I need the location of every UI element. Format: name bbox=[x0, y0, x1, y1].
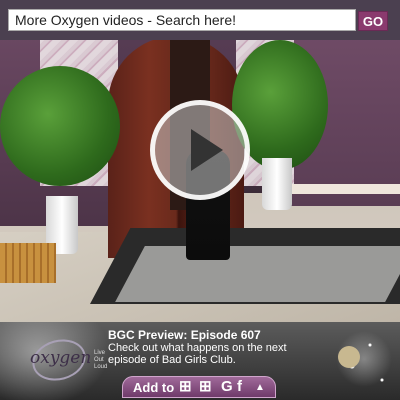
promo-title[interactable]: BGC Preview: Episode 607 bbox=[108, 328, 261, 342]
ornament-icon bbox=[338, 346, 360, 368]
play-button[interactable] bbox=[150, 100, 250, 200]
oxygen-logo: oxygen Live Out Loud bbox=[26, 333, 107, 387]
go-button[interactable]: GO bbox=[358, 11, 388, 31]
add-to-bar: Add to ⊞ ⊞ G f ▲ bbox=[122, 376, 276, 398]
promo-description: Check out what happens on the next episo… bbox=[108, 342, 287, 366]
search-bar: More Oxygen videos - Search here! GO bbox=[0, 0, 400, 40]
facebook-icon[interactable]: f bbox=[237, 378, 242, 396]
more-options-icon[interactable]: ▲ bbox=[255, 379, 265, 397]
logo-word: oxygen bbox=[30, 348, 92, 368]
search-input[interactable]: More Oxygen videos - Search here! bbox=[8, 9, 356, 31]
windows-live-icon[interactable]: ⊞ bbox=[199, 378, 212, 396]
windows-icon[interactable]: ⊞ bbox=[179, 378, 192, 396]
baseboard bbox=[280, 184, 400, 194]
floor-mat-center bbox=[115, 246, 400, 302]
bench bbox=[0, 243, 56, 283]
play-icon bbox=[191, 129, 223, 171]
plant-pot bbox=[262, 158, 292, 210]
plant bbox=[0, 66, 120, 186]
google-icon[interactable]: G bbox=[221, 378, 233, 396]
add-to-label: Add to bbox=[133, 380, 175, 395]
